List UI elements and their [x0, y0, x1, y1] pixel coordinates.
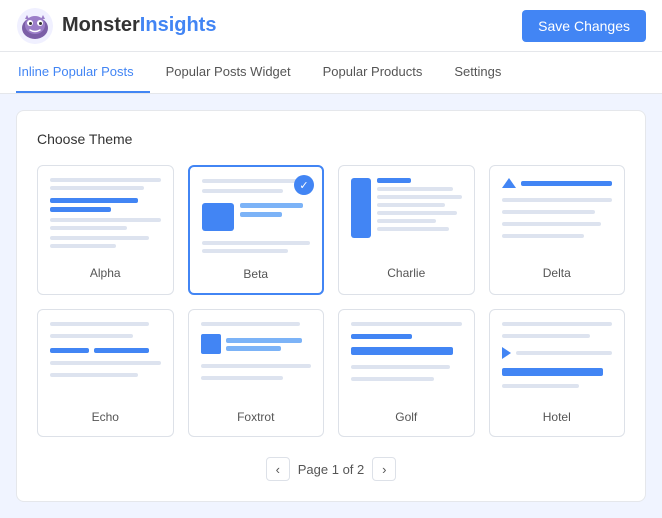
- theme-card-charlie[interactable]: Charlie: [338, 165, 475, 295]
- save-changes-button[interactable]: Save Changes: [522, 10, 646, 42]
- charlie-preview: [351, 178, 462, 258]
- hotel-label: Hotel: [502, 410, 613, 424]
- beta-preview: [202, 179, 311, 259]
- logo-icon: [16, 7, 54, 45]
- tabs-bar: Inline Popular Posts Popular Posts Widge…: [0, 52, 662, 94]
- echo-label: Echo: [50, 410, 161, 424]
- tab-popular-posts-widget[interactable]: Popular Posts Widget: [150, 52, 307, 93]
- tab-inline-popular-posts[interactable]: Inline Popular Posts: [16, 52, 150, 93]
- theme-grid: Alpha ✓ B: [37, 165, 625, 437]
- charlie-label: Charlie: [351, 266, 462, 280]
- foxtrot-preview: [201, 322, 312, 402]
- hotel-preview: [502, 322, 613, 402]
- theme-card-golf[interactable]: Golf: [338, 309, 475, 437]
- theme-card-beta[interactable]: ✓ Beta: [188, 165, 325, 295]
- delta-label: Delta: [502, 266, 613, 280]
- content-card: Choose Theme Alpha: [16, 110, 646, 502]
- theme-card-delta[interactable]: Delta: [489, 165, 626, 295]
- delta-preview: [502, 178, 613, 258]
- golf-preview: [351, 322, 462, 402]
- theme-card-echo[interactable]: Echo: [37, 309, 174, 437]
- pagination-prev-button[interactable]: ‹: [266, 457, 290, 481]
- section-title: Choose Theme: [37, 131, 625, 147]
- theme-card-foxtrot[interactable]: Foxtrot: [188, 309, 325, 437]
- main-content: Choose Theme Alpha: [0, 94, 662, 518]
- golf-label: Golf: [351, 410, 462, 424]
- logo-area: MonsterInsights: [16, 7, 216, 45]
- pagination: ‹ Page 1 of 2 ›: [37, 457, 625, 481]
- logo-text: MonsterInsights: [62, 14, 216, 37]
- alpha-label: Alpha: [50, 266, 161, 280]
- beta-label: Beta: [202, 267, 311, 281]
- header: MonsterInsights Save Changes: [0, 0, 662, 52]
- pagination-next-button[interactable]: ›: [372, 457, 396, 481]
- pagination-text: Page 1 of 2: [298, 462, 365, 477]
- tab-settings[interactable]: Settings: [438, 52, 517, 93]
- selected-check-icon: ✓: [294, 175, 314, 195]
- echo-preview: [50, 322, 161, 402]
- theme-card-hotel[interactable]: Hotel: [489, 309, 626, 437]
- alpha-preview: [50, 178, 161, 258]
- tab-popular-products[interactable]: Popular Products: [307, 52, 439, 93]
- theme-card-alpha[interactable]: Alpha: [37, 165, 174, 295]
- foxtrot-label: Foxtrot: [201, 410, 312, 424]
